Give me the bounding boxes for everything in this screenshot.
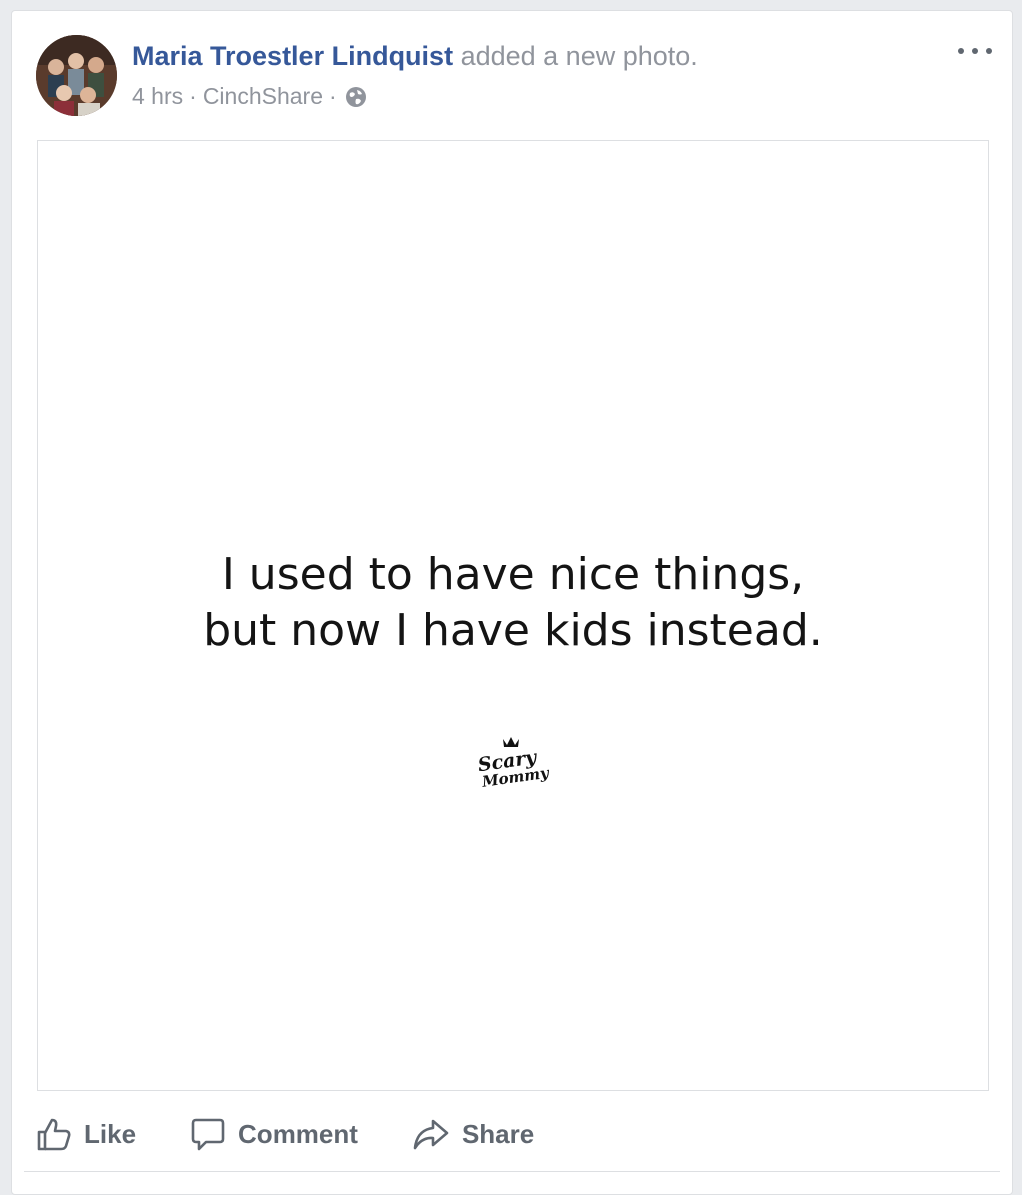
meta-separator: · bbox=[189, 83, 197, 109]
post-header: Maria Troestler Lindquist added a new ph… bbox=[132, 39, 698, 73]
post-timestamp[interactable]: 4 hrs bbox=[132, 81, 183, 111]
photo-quote: I used to have nice things, but now I ha… bbox=[38, 547, 988, 659]
post-meta: 4 hrs · CinchShare · bbox=[132, 81, 367, 111]
post-photo[interactable]: I used to have nice things, but now I ha… bbox=[37, 140, 989, 1091]
globe-icon[interactable] bbox=[345, 85, 367, 107]
dot bbox=[986, 48, 992, 54]
like-label: Like bbox=[84, 1118, 137, 1149]
post-action-text: added a new photo. bbox=[460, 41, 698, 71]
share-button[interactable]: Share bbox=[412, 1116, 534, 1152]
thumbs-up-icon bbox=[37, 1118, 71, 1151]
quote-line-1: I used to have nice things, bbox=[221, 549, 805, 600]
post-actions: Like Comment Share bbox=[36, 1109, 588, 1159]
post-card: Maria Troestler Lindquist added a new ph… bbox=[11, 10, 1013, 1195]
comment-icon bbox=[191, 1118, 225, 1151]
quote-line-2: but now I have kids instead. bbox=[203, 605, 823, 656]
share-label: Share bbox=[461, 1118, 535, 1149]
dot bbox=[958, 48, 964, 54]
dot bbox=[972, 48, 978, 54]
meta-separator: · bbox=[329, 83, 337, 109]
author-name-link[interactable]: Maria Troestler Lindquist bbox=[132, 41, 453, 71]
like-button[interactable]: Like bbox=[36, 1116, 136, 1152]
scary-mommy-logo: Scary Mommy bbox=[470, 733, 556, 793]
divider bbox=[24, 1171, 1000, 1172]
avatar[interactable] bbox=[36, 35, 117, 116]
comment-label: Comment bbox=[238, 1118, 358, 1149]
comment-button[interactable]: Comment bbox=[190, 1116, 358, 1152]
share-arrow-icon bbox=[413, 1119, 449, 1150]
more-options-icon[interactable] bbox=[958, 41, 992, 61]
app-source-link[interactable]: CinchShare bbox=[203, 81, 323, 111]
